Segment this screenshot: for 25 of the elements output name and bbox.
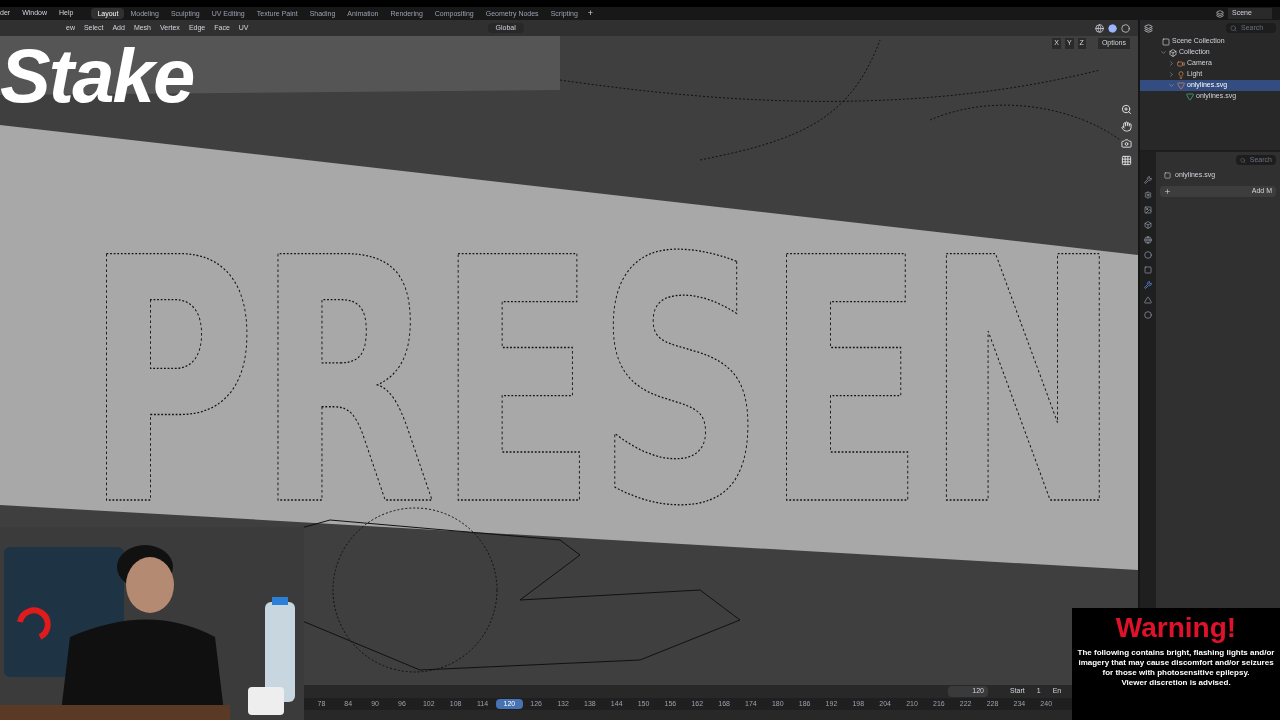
object-icon [1164, 171, 1171, 179]
properties-tab-icon[interactable] [1144, 281, 1152, 289]
zoom-icon[interactable] [1121, 104, 1132, 115]
search-icon [1230, 24, 1237, 32]
sponsor-logo: Stake [0, 37, 194, 115]
scene-icon[interactable] [1216, 9, 1224, 18]
camera-icon[interactable] [1121, 138, 1132, 149]
plus-icon [1164, 188, 1171, 195]
chevron-icon[interactable] [1168, 60, 1175, 67]
chevron-icon[interactable] [1168, 71, 1175, 78]
outlined-lettering: PRESEN [85, 186, 1121, 581]
chevron-icon[interactable] [1160, 49, 1167, 56]
editor-icon[interactable] [1144, 23, 1153, 33]
search-icon [1240, 156, 1246, 164]
properties-tab-icon[interactable] [1144, 236, 1152, 244]
camera-icon [1177, 59, 1185, 68]
properties-tab-icon[interactable] [1144, 176, 1152, 184]
properties-tab-icon[interactable] [1144, 191, 1152, 199]
add-workspace-button[interactable]: + [583, 6, 598, 21]
properties-tab-icon[interactable] [1144, 206, 1152, 214]
lightbulb-icon [1177, 70, 1185, 79]
grid-icon[interactable] [1121, 155, 1132, 166]
shading-icon[interactable] [1095, 23, 1104, 33]
hand-icon[interactable] [1121, 121, 1132, 132]
properties-tab-icon[interactable] [1144, 221, 1152, 229]
